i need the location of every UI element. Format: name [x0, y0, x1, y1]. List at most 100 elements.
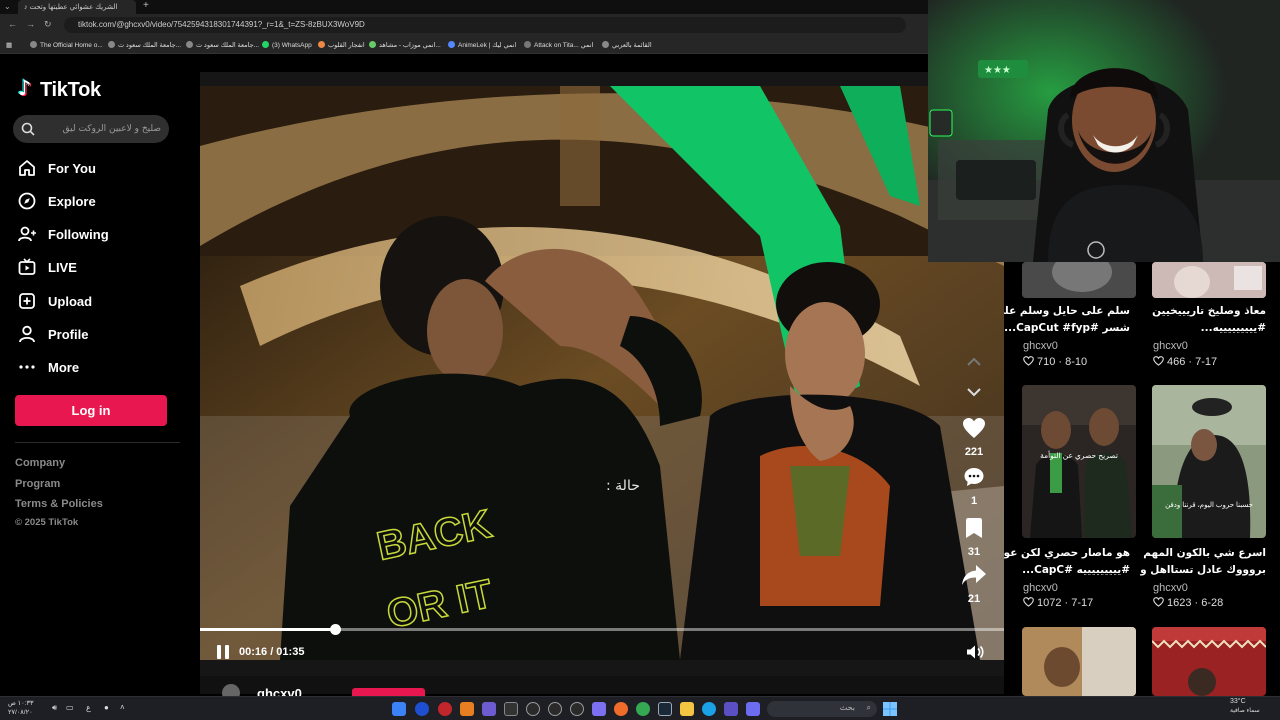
progress-handle[interactable] [330, 624, 342, 635]
forward-icon[interactable]: → [26, 19, 35, 29]
video-thumbnail[interactable] [1152, 262, 1266, 298]
search-box[interactable] [13, 115, 169, 143]
bookmark-item[interactable]: AnimeLek | انمي ليك [448, 41, 516, 49]
video-title-line2[interactable]: #يييييييييه... [1140, 320, 1266, 337]
footer-link-terms[interactable]: Terms & Policies [15, 498, 103, 510]
taskbar-app-icon[interactable] [504, 702, 518, 716]
video-author[interactable]: ghcxv0 [1153, 340, 1188, 352]
nav-following[interactable]: Following [16, 221, 186, 247]
search-input[interactable] [41, 120, 161, 138]
taskbar-app-icon[interactable] [680, 702, 694, 716]
windows-start-icon[interactable] [883, 702, 897, 716]
bookmark-item[interactable]: انفجار القلوب [318, 41, 365, 49]
comment-count: 1 [970, 495, 978, 507]
video-thumbnail[interactable]: تصريح حصري عن التوأمة [1022, 385, 1136, 538]
nav-upload[interactable]: Upload [16, 288, 186, 314]
browser-tab-strip: ⌄ ♪ الشريك عشوائي عطيتها وتحت + [0, 0, 928, 14]
video-title-line2[interactable]: #يييييييييه #CapC... [1004, 562, 1130, 579]
video-player: BACK OR IT حالة : 221 1 31 21 00:16 / 01… [200, 72, 1004, 702]
nav-label: More [48, 359, 80, 375]
share-action[interactable]: 21 [956, 564, 992, 605]
taskbar-app-icon[interactable] [746, 702, 760, 716]
reload-icon[interactable]: ↻ [44, 19, 52, 30]
apps-grid-icon[interactable]: ▦ [6, 41, 12, 49]
browser-tab[interactable]: ♪ الشريك عشوائي عطيتها وتحت [18, 0, 136, 14]
bookmark-item[interactable]: جامعة الملك سعود ت... [108, 41, 181, 49]
taskbar-app-icon[interactable] [438, 702, 452, 716]
taskbar-app-icon[interactable] [526, 702, 540, 716]
search-icon [21, 122, 35, 136]
previous-video-chevron-icon[interactable] [966, 354, 982, 372]
taskbar-app-icon[interactable] [724, 702, 738, 716]
like-action[interactable]: 221 [956, 417, 992, 458]
nav-more[interactable]: More [16, 354, 186, 380]
new-tab-button[interactable]: + [143, 0, 149, 11]
like-count: 466 [1167, 356, 1186, 368]
nav-for-you[interactable]: For You [16, 155, 186, 181]
taskbar-search[interactable]: بحث ⌕ [767, 701, 877, 717]
bookmark-item[interactable]: The Official Home o... [30, 41, 103, 49]
tray-overflow-icon[interactable]: ˄ [120, 703, 125, 712]
nav-profile[interactable]: Profile [16, 321, 186, 347]
heart-icon [963, 418, 985, 438]
taskbar-app-icon[interactable] [460, 702, 474, 716]
weather-temperature[interactable]: 33°C [1230, 698, 1246, 705]
progress-fill [200, 628, 336, 631]
video-author[interactable]: ghcxv0 [1023, 582, 1058, 594]
taskbar-app-icon[interactable] [482, 702, 496, 716]
bookmark-item[interactable]: القائمة بالعربي [602, 41, 652, 49]
video-title[interactable]: سلم على حايل وسلم على [1004, 303, 1130, 320]
language-indicator[interactable]: ع [86, 703, 91, 712]
weather-description[interactable]: سماء صافية [1230, 707, 1260, 714]
video-title-line2[interactable]: شسر #CapCut #fyp... [1004, 320, 1130, 337]
video-thumbnail[interactable]: حسبنا حروب اليوم، قرننا ودفن [1152, 385, 1266, 538]
next-video-chevron-icon[interactable] [966, 384, 982, 402]
video-thumbnail[interactable] [1152, 627, 1266, 696]
taskbar-app-icon[interactable] [702, 702, 716, 716]
footer-link-program[interactable]: Program [15, 478, 60, 490]
bookmark-item[interactable]: Attack on Tita... انمي [524, 41, 593, 49]
svg-text:★★★: ★★★ [984, 65, 1011, 76]
volume-tray-icon[interactable]: 🔊︎ [52, 703, 57, 713]
taskbar-app-icon[interactable] [548, 702, 562, 716]
bookmark-item[interactable]: جامعة الملك سعود ت... [186, 41, 259, 49]
pause-button[interactable] [216, 644, 230, 660]
video-title[interactable]: هو ماصار حصري لكن عوافي [1004, 545, 1130, 562]
clock[interactable]: ١٠:٣٣ ص ٢٧/٠٨/٢٠ [8, 699, 33, 717]
nav-explore[interactable]: Explore [16, 188, 186, 214]
taskbar-app-icon[interactable] [592, 702, 606, 716]
like-count: 1623 [1167, 597, 1192, 609]
comment-action[interactable]: 1 [956, 466, 992, 507]
bookmark-action[interactable]: 31 [956, 517, 992, 558]
taskbar-app-icon[interactable] [614, 702, 628, 716]
bookmark-item[interactable]: انمي موزاب - مشاهد... [369, 41, 441, 49]
login-button[interactable]: Log in [15, 395, 167, 426]
video-title-line2[interactable]: بروووك عادل تستااهل والله [1140, 562, 1266, 579]
taskbar-app-icon[interactable] [658, 702, 672, 716]
footer-link-company[interactable]: Company [15, 457, 65, 469]
video-thumbnail[interactable] [1022, 262, 1136, 298]
video-thumbnail[interactable] [1022, 627, 1136, 696]
heart-outline-icon [1153, 597, 1164, 607]
nav-live[interactable]: LIVE [16, 254, 186, 280]
video-author[interactable]: ghcxv0 [1023, 340, 1058, 352]
nav-label: LIVE [48, 259, 77, 275]
mic-tray-icon[interactable]: ● [104, 703, 109, 712]
video-title[interactable]: اسرع شي بالكون المهم [1140, 545, 1266, 562]
tab-search-icon[interactable]: ⌄ [4, 2, 11, 11]
clock-date: ٢٧/٠٨/٢٠ [8, 709, 33, 716]
url-field[interactable]: tiktok.com/@ghcxv0/video/754259431830174… [64, 17, 906, 33]
taskbar-app-icon[interactable] [392, 702, 406, 716]
taskbar-app-icon[interactable] [636, 702, 650, 716]
back-icon[interactable]: ← [8, 19, 17, 29]
tiktok-note-icon: ♪ [18, 76, 32, 100]
taskbar-app-icon[interactable] [570, 702, 584, 716]
bookmark-item[interactable]: (3) WhatsApp [262, 41, 312, 49]
taskbar-app-icon[interactable] [415, 702, 429, 716]
video-author[interactable]: ghcxv0 [1153, 582, 1188, 594]
network-tray-icon[interactable]: ▭ [66, 703, 74, 712]
video-title[interactable]: معاذ وصليخ تاريييخيين [1140, 303, 1266, 320]
more-icon [16, 356, 38, 378]
video-frame[interactable]: BACK OR IT حالة : [200, 86, 1004, 660]
volume-button[interactable] [966, 644, 984, 665]
